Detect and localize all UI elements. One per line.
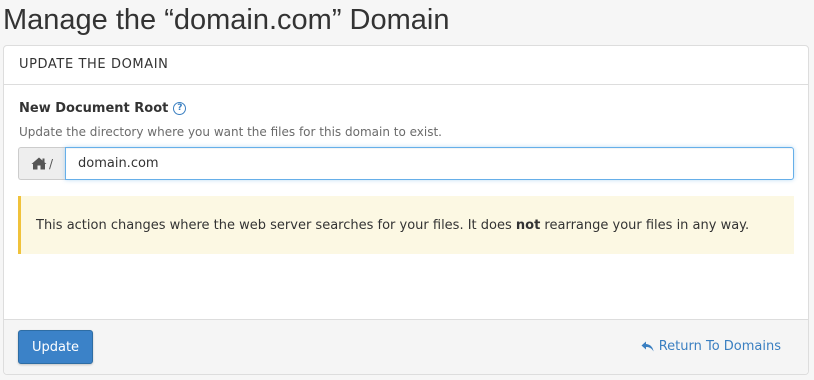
panel-heading: UPDATE THE DOMAIN xyxy=(4,46,808,85)
document-root-input-group: / xyxy=(18,147,794,180)
update-domain-panel: UPDATE THE DOMAIN New Document Root ? Up… xyxy=(3,45,809,375)
document-root-input[interactable] xyxy=(65,147,794,180)
input-prefix-slash: / xyxy=(48,156,54,171)
input-prefix-addon: / xyxy=(18,147,65,180)
document-root-label: New Document Root xyxy=(19,101,169,116)
update-button[interactable]: Update xyxy=(18,330,93,364)
panel-footer: Update Return To Domains xyxy=(4,319,808,374)
home-icon xyxy=(31,157,47,170)
alert-text: This action changes where the web server… xyxy=(36,218,749,233)
warning-alert: This action changes where the web server… xyxy=(18,196,794,254)
alert-text-bold: not xyxy=(515,217,541,233)
question-circle-icon[interactable]: ? xyxy=(173,102,187,115)
document-root-help-text: Update the directory where you want the … xyxy=(19,125,442,139)
reply-arrow-icon xyxy=(641,341,654,351)
return-to-domains-link[interactable]: Return To Domains xyxy=(641,339,781,354)
page-title: Manage the “domain.com” Domain xyxy=(3,4,450,36)
return-to-domains-label[interactable]: Return To Domains xyxy=(659,339,781,354)
document-root-label-row: New Document Root ? xyxy=(19,101,187,116)
alert-text-before: This action changes where the web server… xyxy=(36,217,516,233)
panel-body: New Document Root ? Update the directory… xyxy=(4,85,808,319)
alert-text-after: rearrange your files in any way. xyxy=(540,217,750,233)
